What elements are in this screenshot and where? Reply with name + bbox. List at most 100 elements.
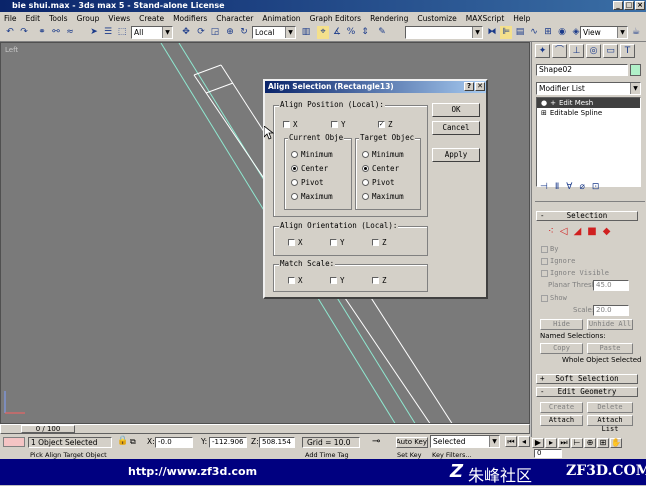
spinner-snap-icon[interactable]: ⇕	[359, 26, 371, 39]
snap-toggle-icon[interactable]: ⌖	[317, 26, 329, 39]
target-maximum-radio[interactable]: Maximum	[362, 192, 404, 201]
zoom-all-icon[interactable]: ⊞	[597, 438, 609, 448]
orientation-x-checkbox[interactable]: X	[288, 238, 303, 247]
position-z-checkbox[interactable]: ✓ Z	[378, 120, 393, 129]
menu-modifiers[interactable]: Modifiers	[173, 14, 207, 23]
show-end-result-icon[interactable]: Ⅱ	[555, 182, 559, 196]
select-by-name-icon[interactable]: ☰	[102, 26, 114, 39]
link-icon[interactable]: ⚭	[36, 26, 48, 39]
x-coordinate-field[interactable]: -0.0	[155, 437, 193, 448]
soft-selection-rollout-header[interactable]: + Soft Selection	[536, 374, 638, 384]
current-frame-field[interactable]: 0	[534, 449, 562, 458]
add-time-tag[interactable]: Add Time Tag	[305, 451, 349, 459]
menu-edit[interactable]: Edit	[26, 14, 41, 23]
object-name-field[interactable]: Shape02	[536, 64, 628, 76]
close-icon[interactable]: ×	[635, 1, 645, 10]
scale-spinner[interactable]: 20.0	[593, 305, 629, 316]
maximize-icon[interactable]: □	[624, 1, 634, 10]
utilities-tab-icon[interactable]: T	[620, 44, 635, 58]
edit-geometry-rollout-header[interactable]: - Edit Geometry	[536, 387, 638, 397]
menu-customize[interactable]: Customize	[417, 14, 456, 23]
go-to-end-icon[interactable]: ⏭	[558, 438, 570, 448]
position-y-checkbox[interactable]: Y	[331, 120, 346, 129]
schematic-view-icon[interactable]: ⊞	[542, 26, 554, 39]
current-pivot-radio[interactable]: Pivot	[291, 178, 324, 187]
position-x-checkbox[interactable]: X	[283, 120, 298, 129]
display-tab-icon[interactable]: ▭	[603, 44, 618, 58]
orientation-z-checkbox[interactable]: Z	[372, 238, 387, 247]
key-filters-button[interactable]: Key Filters...	[432, 451, 472, 459]
select-rotate-icon[interactable]: ⟳	[195, 26, 207, 39]
absolute-mode-icon[interactable]: ⧉	[130, 437, 136, 447]
menu-views[interactable]: Views	[108, 14, 130, 23]
menu-help[interactable]: Help	[513, 14, 530, 23]
menu-tools[interactable]: Tools	[49, 14, 67, 23]
ignore-visible-edges-checkbox[interactable]: Ignore Visible	[541, 269, 609, 277]
menu-group[interactable]: Group	[77, 14, 100, 23]
attach-list-button[interactable]: Attach List	[587, 415, 633, 433]
vertex-icon[interactable]: ⁖	[548, 226, 554, 240]
menu-character[interactable]: Character	[216, 14, 253, 23]
paste-button[interactable]: Paste	[587, 343, 633, 354]
hierarchy-tab-icon[interactable]: ⊥	[569, 44, 584, 58]
next-frame-icon[interactable]: ▸	[545, 438, 557, 448]
edge-icon[interactable]: ◁	[560, 226, 568, 240]
stack-item-edit-mesh[interactable]: ● + Edit Mesh	[537, 98, 640, 108]
menu-file[interactable]: File	[4, 14, 17, 23]
current-center-radio[interactable]: Center	[291, 164, 328, 173]
select-object-icon[interactable]: ➤	[88, 26, 100, 39]
target-center-radio[interactable]: Center	[362, 164, 399, 173]
select-scale-icon[interactable]: ◲	[209, 26, 221, 39]
menu-animation[interactable]: Animation	[262, 14, 300, 23]
z-coordinate-field[interactable]: 508.154	[259, 437, 295, 448]
by-vertex-checkbox[interactable]: By	[541, 245, 558, 253]
ignore-backfacing-checkbox[interactable]: Ignore	[541, 257, 575, 265]
redo-icon[interactable]: ↷	[18, 26, 30, 39]
remove-modifier-icon[interactable]: ⌀	[579, 182, 584, 196]
selection-filter-dropdown[interactable]: All	[131, 26, 173, 39]
render-view-dropdown[interactable]: View	[580, 26, 628, 39]
layer-manager-icon[interactable]: ▤	[514, 26, 526, 39]
current-minimum-radio[interactable]: Minimum	[291, 150, 333, 159]
stack-item-editable-spline[interactable]: ⊞ Editable Spline	[537, 108, 640, 118]
configure-sets-icon[interactable]: ⊡	[592, 182, 600, 196]
zoom-icon[interactable]: ⊕	[584, 438, 596, 448]
undo-icon[interactable]: ↶	[4, 26, 16, 39]
unhide-all-button[interactable]: Unhide All	[587, 319, 633, 330]
motion-tab-icon[interactable]: ◎	[586, 44, 601, 58]
menu-graph-editors[interactable]: Graph Editors	[310, 14, 362, 23]
scale-y-checkbox[interactable]: Y	[330, 276, 345, 285]
play-icon[interactable]: ▶	[532, 438, 544, 448]
copy-button[interactable]: Copy	[540, 343, 583, 354]
auto-key-button[interactable]: Auto Key	[396, 437, 428, 448]
menu-rendering[interactable]: Rendering	[370, 14, 408, 23]
modify-tab-icon[interactable]: ⌒	[552, 44, 567, 58]
align-icon[interactable]: ⊫	[500, 26, 512, 39]
pin-stack-icon[interactable]: ⊣	[540, 182, 548, 196]
close-icon[interactable]: ✕	[475, 82, 485, 91]
attach-button[interactable]: Attach	[540, 415, 583, 426]
current-maximum-radio[interactable]: Maximum	[291, 192, 333, 201]
quick-render-icon[interactable]: ☕	[630, 26, 642, 39]
expand-icon[interactable]: +	[550, 98, 556, 108]
lightbulb-icon[interactable]: ●	[541, 98, 547, 108]
select-move-icon[interactable]: ✥	[180, 26, 192, 39]
curve-editor-icon[interactable]: ∿	[528, 26, 540, 39]
orientation-y-checkbox[interactable]: Y	[330, 238, 345, 247]
set-key-button[interactable]: Set Key	[397, 451, 422, 459]
previous-frame-icon[interactable]: ◂	[518, 436, 530, 447]
lock-selection-icon[interactable]: 🔒	[117, 436, 128, 446]
unlink-icon[interactable]: ⚯	[50, 26, 62, 39]
expand-icon[interactable]: ⊞	[541, 108, 547, 118]
menu-create[interactable]: Create	[139, 14, 164, 23]
pivot-center-icon[interactable]: ▥	[300, 26, 312, 39]
angle-snap-icon[interactable]: ∡	[331, 26, 343, 39]
object-color-swatch[interactable]	[630, 64, 641, 76]
max-script-listener-swatch[interactable]	[3, 437, 25, 447]
delete-button[interactable]: Delete	[587, 402, 633, 413]
planar-thresh-spinner[interactable]: 45.0	[593, 280, 629, 291]
key-icon[interactable]: ⊸	[372, 436, 380, 447]
element-icon[interactable]: ◆	[603, 226, 611, 240]
y-coordinate-field[interactable]: -112.906	[209, 437, 247, 448]
time-slider-track[interactable]: 0 / 100	[0, 424, 530, 434]
